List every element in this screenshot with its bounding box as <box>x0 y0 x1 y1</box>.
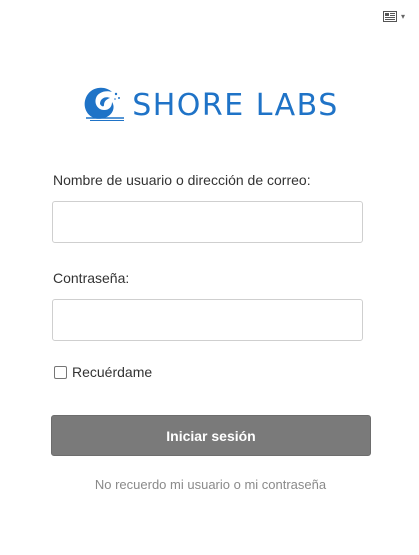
remember-me[interactable]: Recuérdame <box>54 364 152 380</box>
forgot-password-link[interactable]: No recuerdo mi usuario o mi contraseña <box>0 477 419 492</box>
remember-checkbox[interactable] <box>54 365 67 379</box>
caret-down-icon: ▾ <box>400 11 405 21</box>
remember-label: Recuérdame <box>72 364 153 380</box>
language-switcher[interactable]: ▾ <box>382 11 405 22</box>
username-input[interactable] <box>52 201 363 243</box>
password-label: Contraseña: <box>53 270 130 286</box>
username-label: Nombre de usuario o dirección de correo: <box>53 172 311 188</box>
logo-text: SHORE LABS <box>132 87 339 123</box>
password-input[interactable] <box>52 299 363 341</box>
language-flag-icon <box>382 11 397 22</box>
logo: SHORE LABS <box>0 84 419 127</box>
login-button[interactable]: Iniciar sesión <box>51 415 371 456</box>
wave-icon <box>80 84 126 127</box>
